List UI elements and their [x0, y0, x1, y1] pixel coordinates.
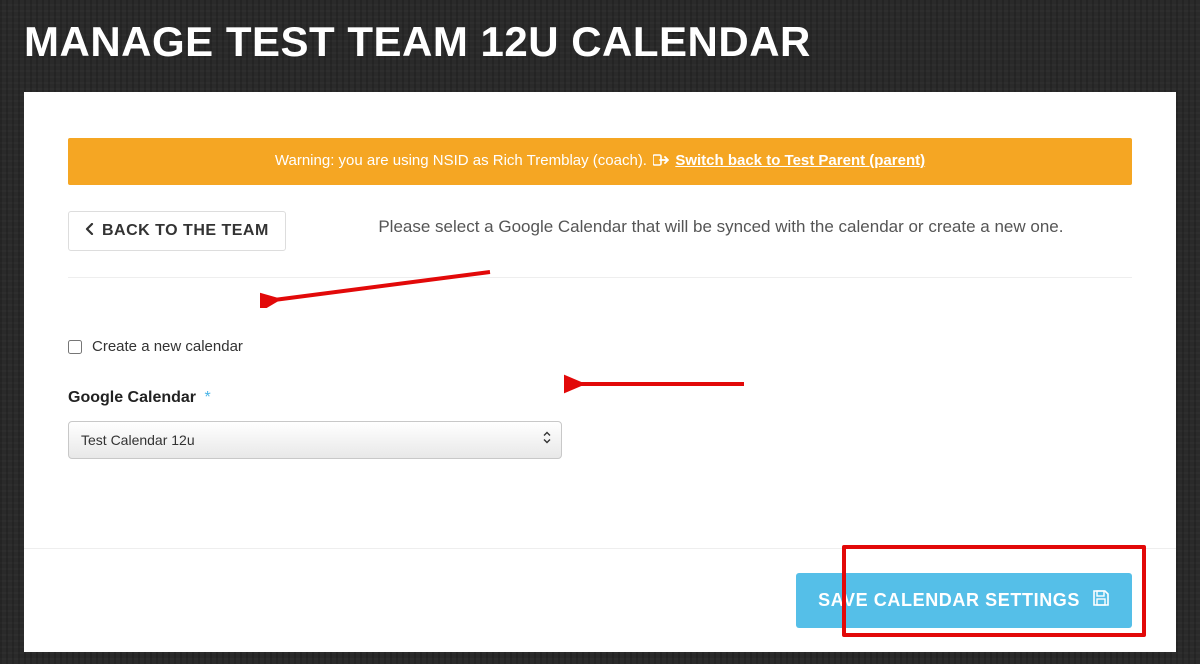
switch-user-icon: [653, 153, 669, 171]
section-divider: [68, 277, 1132, 278]
google-calendar-select-value: Test Calendar 12u: [81, 432, 195, 448]
annotation-arrow-checkbox: [260, 268, 500, 308]
content-card: Warning: you are using NSID as Rich Trem…: [24, 92, 1176, 652]
warning-banner: Warning: you are using NSID as Rich Trem…: [68, 138, 1132, 185]
create-new-calendar-label: Create a new calendar: [92, 338, 243, 355]
google-calendar-label: Google Calendar *: [68, 389, 1132, 407]
save-calendar-settings-button[interactable]: SAVE CALENDAR SETTINGS: [796, 573, 1132, 628]
required-indicator: *: [204, 389, 210, 406]
create-new-calendar-checkbox[interactable]: [68, 340, 82, 354]
google-calendar-select-wrap: Test Calendar 12u: [68, 421, 562, 459]
calendar-form: Create a new calendar Google Calendar * …: [68, 338, 1132, 459]
create-new-calendar-row[interactable]: Create a new calendar: [68, 338, 1132, 355]
instruction-text: Please select a Google Calendar that wil…: [310, 211, 1132, 237]
back-button-label: BACK TO THE TEAM: [102, 222, 269, 240]
switch-back-link[interactable]: Switch back to Test Parent (parent): [675, 152, 925, 169]
google-calendar-select[interactable]: Test Calendar 12u: [68, 421, 562, 459]
page-title: MANAGE TEST TEAM 12U CALENDAR: [0, 0, 1200, 66]
warning-text: Warning: you are using NSID as Rich Trem…: [275, 152, 647, 169]
back-to-team-button[interactable]: BACK TO THE TEAM: [68, 211, 286, 251]
google-calendar-label-text: Google Calendar: [68, 389, 196, 406]
save-button-label: SAVE CALENDAR SETTINGS: [818, 590, 1080, 611]
save-floppy-icon: [1092, 589, 1110, 612]
chevron-left-icon: [85, 222, 94, 240]
card-footer: SAVE CALENDAR SETTINGS: [24, 548, 1176, 652]
